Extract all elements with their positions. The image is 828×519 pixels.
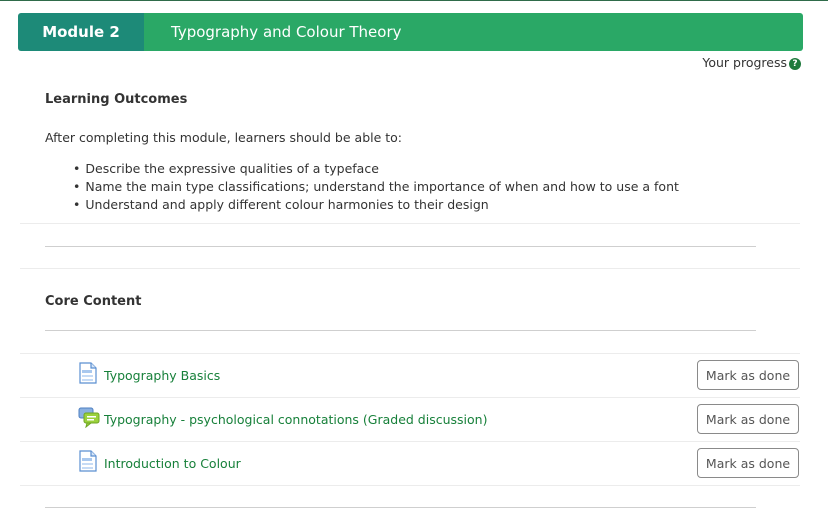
learning-outcomes-heading: Learning Outcomes bbox=[45, 92, 188, 107]
core-content-heading: Core Content bbox=[45, 294, 142, 309]
activity-row: Introduction to Colour Mark as done bbox=[20, 442, 800, 486]
activity-link[interactable]: Typography Basics bbox=[104, 368, 220, 383]
divider bbox=[20, 485, 800, 486]
progress-label: Your progress bbox=[702, 54, 787, 70]
divider bbox=[45, 246, 756, 247]
activity-row: Typography Basics Mark as done bbox=[20, 354, 800, 398]
learning-outcomes-list: • Describe the expressive qualities of a … bbox=[73, 160, 679, 214]
mark-as-done-button[interactable]: Mark as done bbox=[697, 404, 799, 434]
module-page: Module 2 Typography and Colour Theory Yo… bbox=[0, 0, 828, 519]
outcome-text: Describe the expressive qualities of a t… bbox=[85, 161, 379, 176]
divider bbox=[20, 268, 800, 269]
learning-outcomes-intro: After completing this module, learners s… bbox=[45, 130, 403, 145]
activity-link[interactable]: Typography - psychological connotations … bbox=[104, 412, 487, 427]
module-badge: Module 2 bbox=[18, 13, 144, 51]
mark-as-done-button[interactable]: Mark as done bbox=[697, 448, 799, 478]
list-item: • Understand and apply different colour h… bbox=[73, 197, 489, 212]
list-item: • Describe the expressive qualities of a … bbox=[73, 161, 379, 176]
activity-link[interactable]: Introduction to Colour bbox=[104, 456, 241, 471]
module-header: Module 2 Typography and Colour Theory bbox=[18, 13, 803, 51]
progress-indicator: Your progress ? bbox=[702, 54, 801, 70]
module-title: Typography and Colour Theory bbox=[144, 13, 803, 51]
divider bbox=[45, 507, 756, 508]
outcome-text: Understand and apply different colour ha… bbox=[85, 197, 489, 212]
outcome-text: Name the main type classifications; unde… bbox=[85, 179, 679, 194]
top-rule bbox=[0, 0, 828, 1]
list-item: • Name the main type classifications; und… bbox=[73, 179, 679, 194]
forum-icon bbox=[78, 406, 100, 429]
activity-row: Typography - psychological connotations … bbox=[20, 398, 800, 442]
mark-as-done-button[interactable]: Mark as done bbox=[697, 360, 799, 390]
help-icon[interactable]: ? bbox=[789, 58, 801, 70]
page-icon bbox=[78, 450, 98, 472]
page-icon bbox=[78, 362, 98, 384]
divider bbox=[45, 330, 756, 331]
divider bbox=[20, 223, 800, 224]
